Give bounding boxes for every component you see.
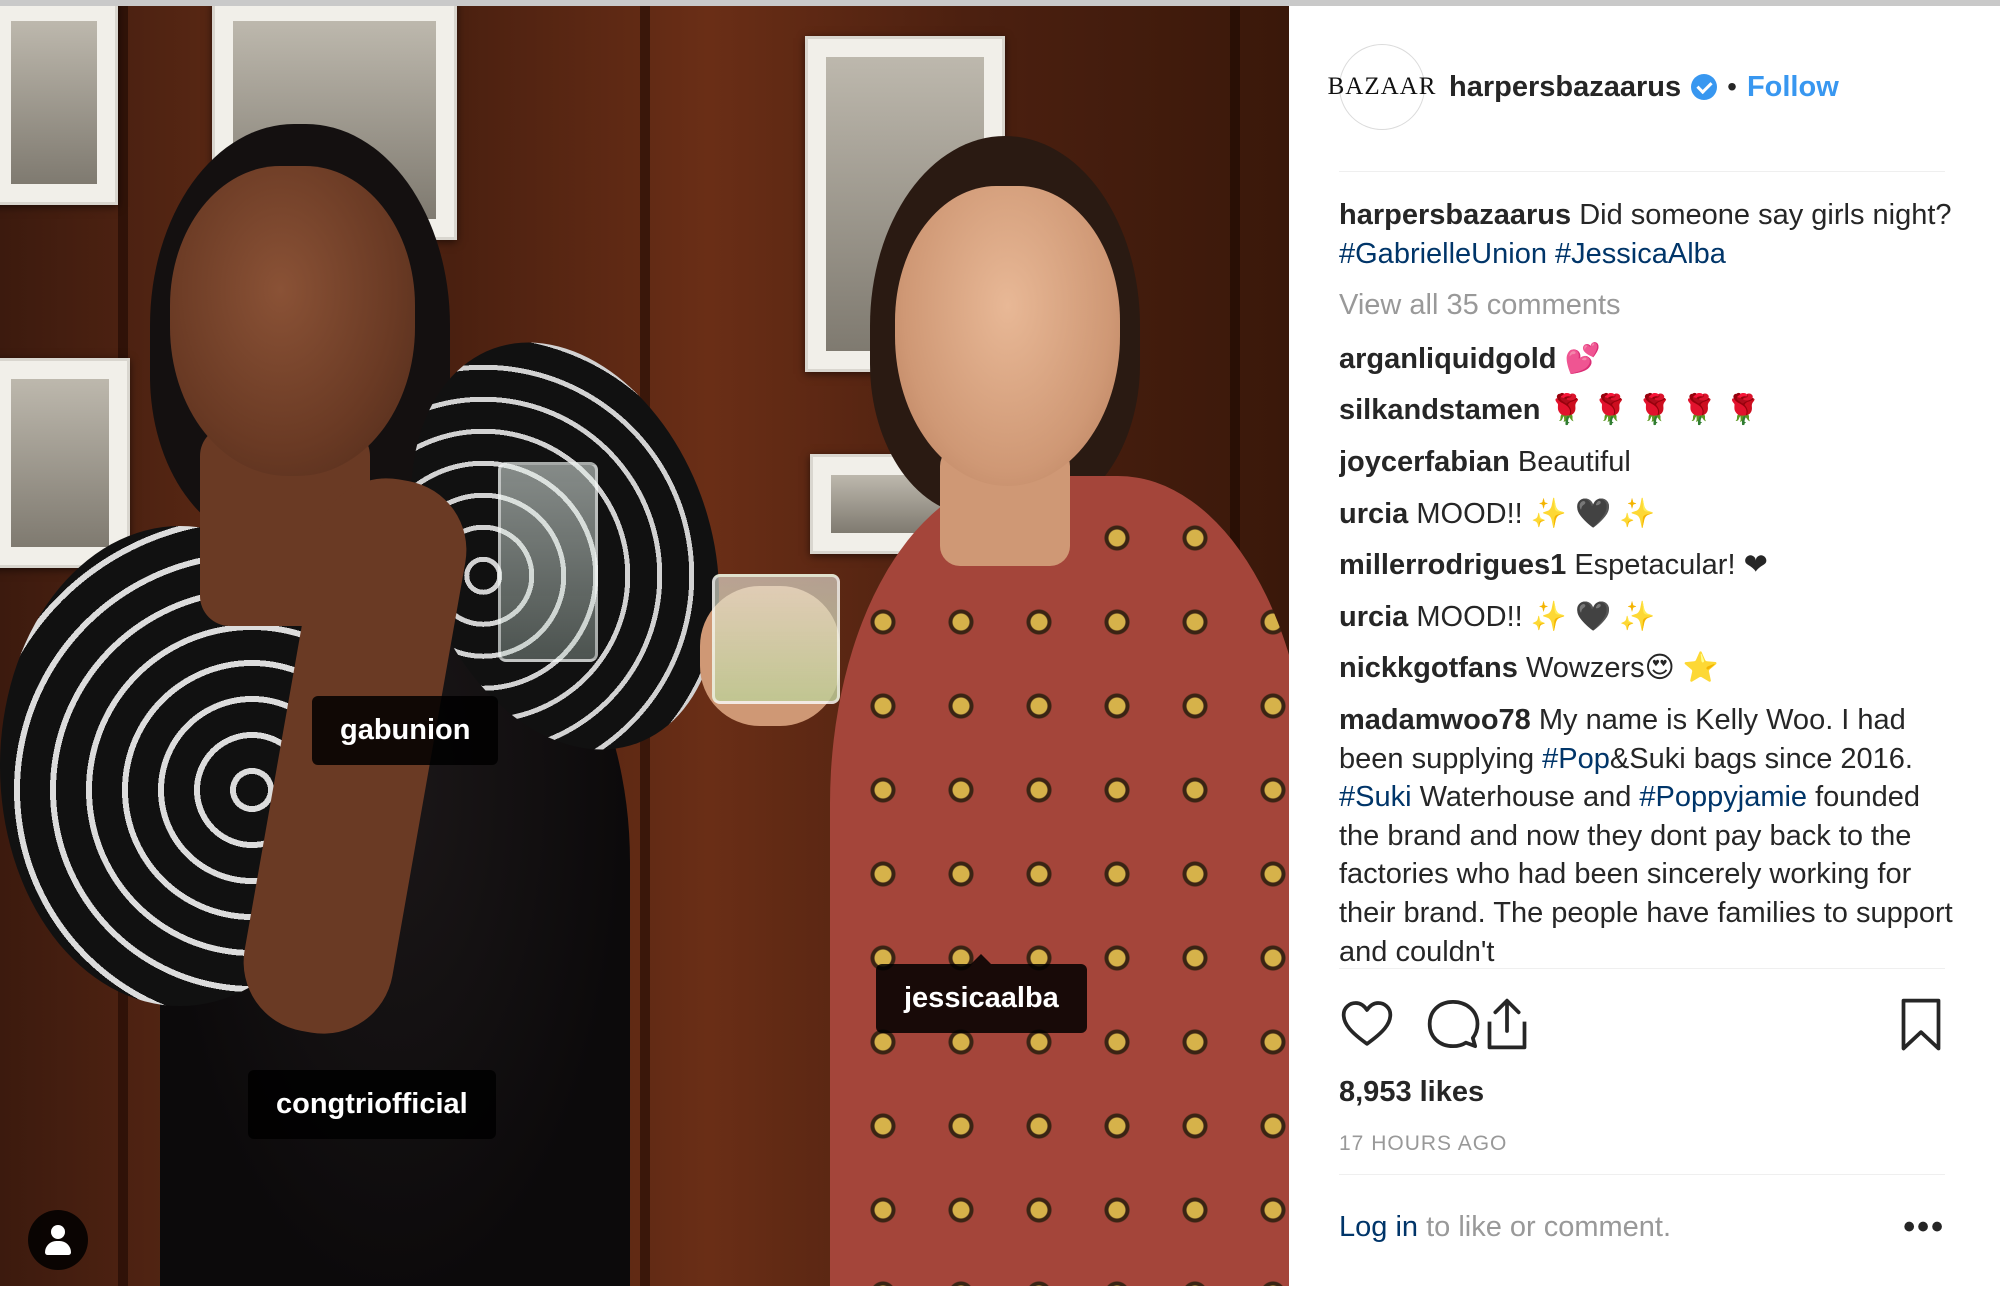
cocktail-glass [498,462,598,662]
caption-text: Did someone say girls night? [1579,199,1952,231]
comment-item: joycerfabian Beautiful [1339,443,1959,482]
comment-username[interactable]: arganliquidgold [1339,343,1557,375]
comment-text: 🌹 🌹 🌹 🌹 🌹 [1548,394,1762,427]
login-prompt: Log in to like or comment. ••• [1339,1210,1945,1244]
divider [1339,171,1945,172]
hashtag-link[interactable]: #Poppyjamie [1639,781,1807,813]
comment-item: urcia MOOD!! ✨ 🖤 ✨ [1339,598,1959,637]
post-header: BAZAAR harpersbazaarus • Follow [1328,42,1839,132]
photo-tag-jessicaalba[interactable]: jessicaalba [876,954,1087,1033]
post-photo[interactable]: gabunion jessicaalba congtriofficial [0,6,1289,1286]
comment-text: 💕 [1564,342,1601,375]
person-right-face [895,186,1120,486]
comment-username[interactable]: joycerfabian [1339,446,1510,478]
avatar[interactable]: BAZAAR [1328,44,1435,130]
comment-item: madamwoo78 My name is Kelly Woo. I had b… [1339,701,1959,968]
follow-button[interactable]: Follow [1747,71,1839,104]
comment-text: Wowzers😍 ⭐ [1525,652,1720,685]
hashtag-link[interactable]: #JessicaAlba [1555,238,1726,270]
comment-item: millerrodrigues1 Espetacular! ❤ [1339,546,1959,585]
heart-icon[interactable] [1339,996,1395,1052]
post-sidebar: BAZAAR harpersbazaarus • Follow harpersb… [1289,6,2000,1286]
comment-text: Waterhouse and [1419,781,1632,814]
login-link[interactable]: Log in [1339,1211,1418,1243]
share-icon[interactable] [1479,996,1535,1052]
divider [1339,1174,1945,1175]
comment-text: Beautiful [1517,445,1631,478]
likes-count[interactable]: 8,953 likes [1339,1076,1484,1109]
comment-item: urcia MOOD!! ✨ 🖤 ✨ [1339,495,1959,534]
user-icon[interactable] [28,1210,88,1270]
comment-icon[interactable] [1425,996,1481,1052]
comment-username[interactable]: madamwoo78 [1339,704,1531,736]
comment-username[interactable]: urcia [1339,498,1408,530]
red-studded-dress [830,476,1289,1286]
more-options-icon[interactable]: ••• [1903,1210,1945,1244]
action-bar [1339,996,1949,1056]
separator-dot: • [1727,71,1737,102]
comment-item: silkandstamen 🌹 🌹 🌹 🌹 🌹 [1339,391,1959,430]
person-left-face [170,166,415,476]
comment-text: &Suki bags since 2016. [1609,742,1913,775]
hashtag-link[interactable]: #Pop [1542,743,1610,775]
photo-tag-congtriofficial[interactable]: congtriofficial [248,1070,496,1139]
comment-text: MOOD!! ✨ 🖤 ✨ [1416,600,1656,633]
caption-username[interactable]: harpersbazaarus [1339,199,1571,231]
comment-username[interactable]: silkandstamen [1339,394,1540,426]
post-caption: harpersbazaarus Did someone say girls ni… [1339,196,1959,273]
comment-item: nickkgotfans Wowzers😍 ⭐ [1339,649,1959,688]
comments-list: harpersbazaarus Did someone say girls ni… [1339,196,1959,968]
hashtag-link[interactable]: #Suki [1339,781,1412,813]
comment-username[interactable]: millerrodrigues1 [1339,549,1566,581]
comment-item: arganliquidgold 💕 [1339,340,1959,379]
comment-username[interactable]: nickkgotfans [1339,652,1518,684]
view-all-comments-link[interactable]: View all 35 comments [1339,286,1959,325]
account-handle[interactable]: harpersbazaarus [1449,71,1681,104]
comment-text: Espetacular! ❤ [1574,549,1768,582]
wall-frame [0,6,118,205]
cocktail-glass [712,574,840,704]
login-prompt-text: to like or comment. [1426,1211,1672,1243]
bookmark-icon[interactable] [1893,996,1949,1052]
hashtag-link[interactable]: #GabrielleUnion [1339,238,1547,270]
comment-username[interactable]: urcia [1339,601,1408,633]
wall-frame [0,358,130,568]
post-timestamp: 17 HOURS AGO [1339,1132,1508,1155]
comment-text: MOOD!! ✨ 🖤 ✨ [1416,497,1656,530]
divider [1339,968,1945,969]
verified-badge-icon [1691,74,1718,100]
photo-tag-gabunion[interactable]: gabunion [312,696,499,765]
